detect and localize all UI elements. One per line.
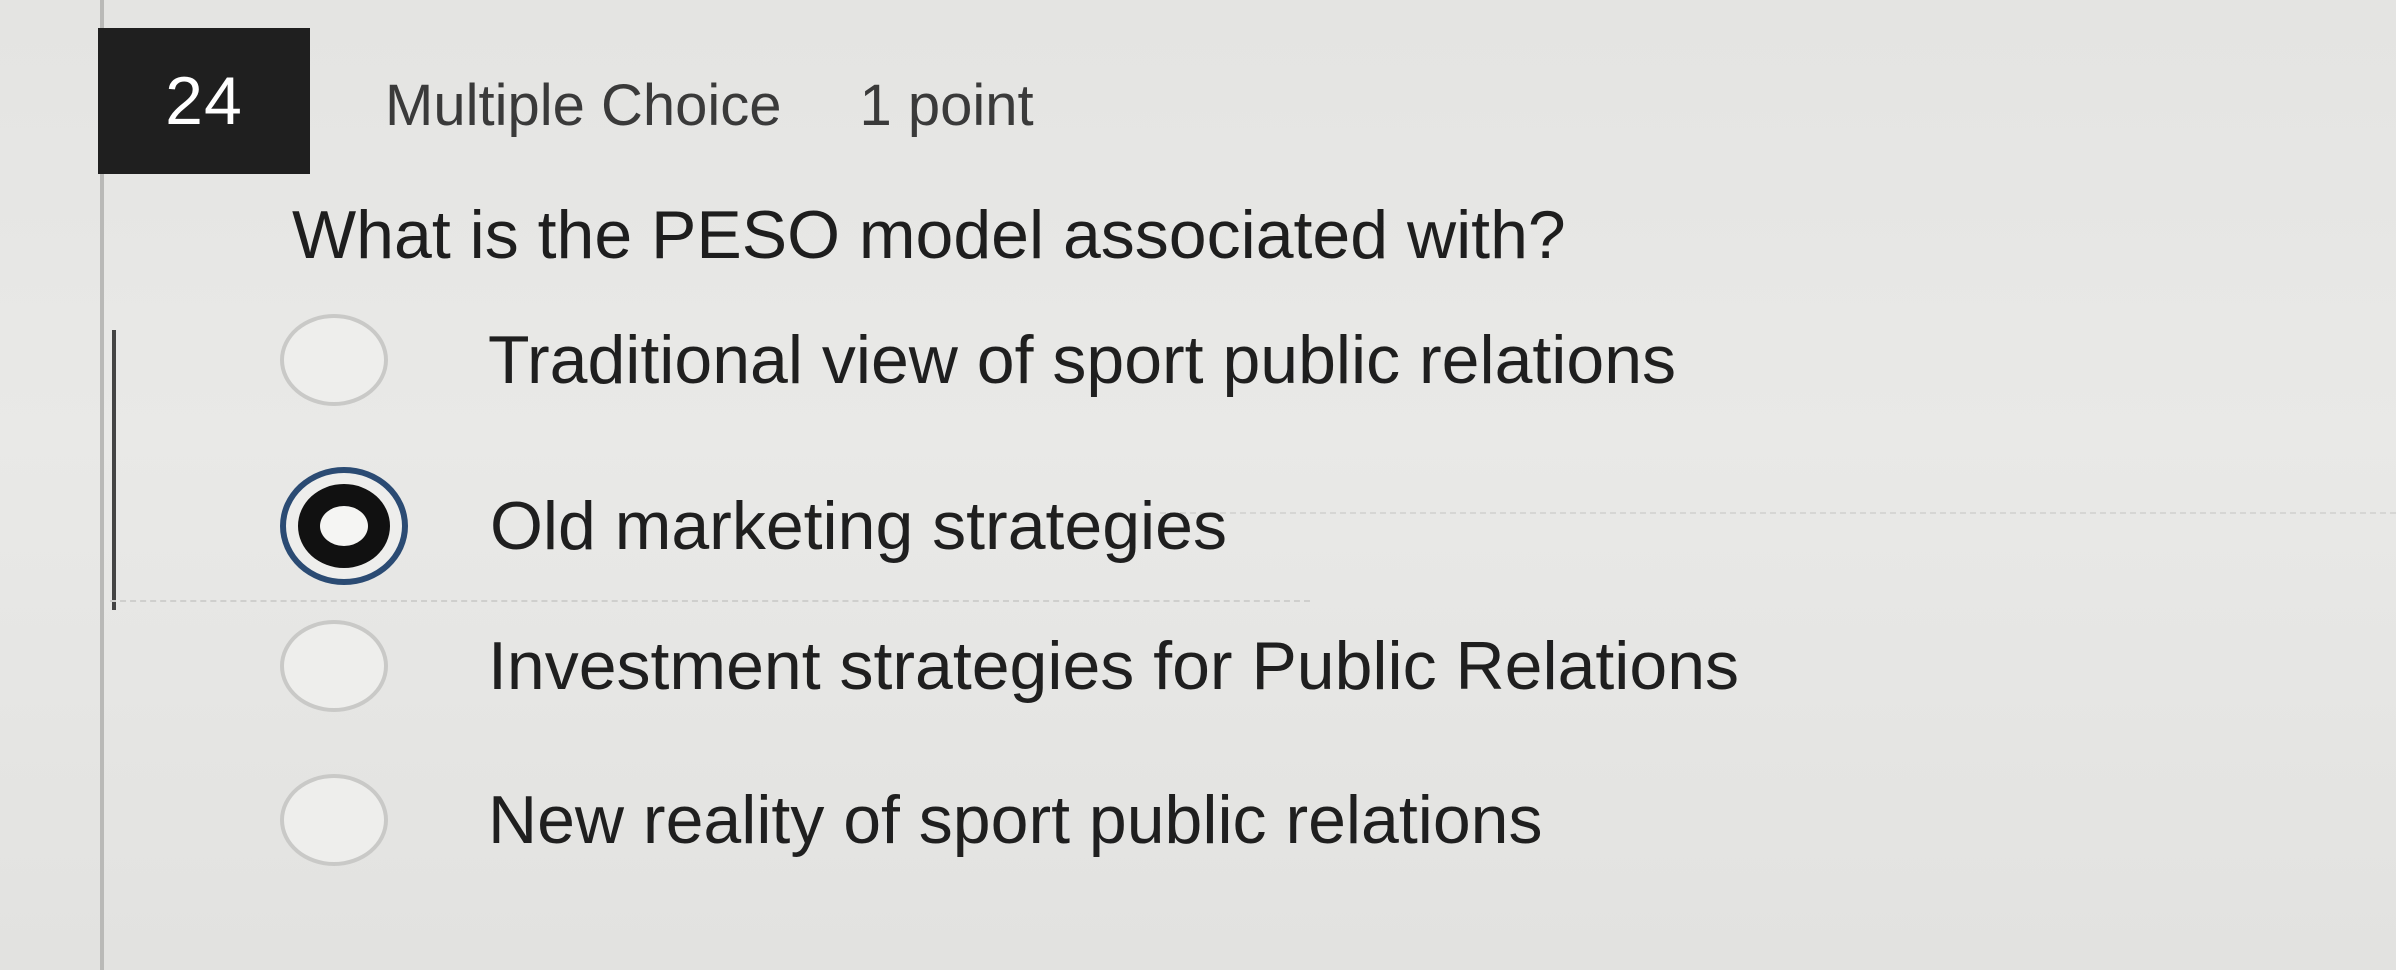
option-label[interactable]: New reality of sport public relations [488, 781, 1542, 859]
answer-option[interactable]: New reality of sport public relations [280, 760, 1542, 880]
question-points: 1 point [859, 73, 1034, 138]
question-number: 24 [98, 28, 310, 174]
radio-button[interactable] [280, 620, 388, 712]
radio-button[interactable] [280, 314, 388, 406]
option-label[interactable]: Old marketing strategies [490, 487, 1227, 565]
left-border-accent [112, 330, 116, 610]
answer-option[interactable]: Investment strategies for Public Relatio… [280, 606, 1739, 726]
question-text: What is the PESO model associated with? [292, 197, 1566, 273]
radio-button-checked[interactable] [280, 467, 408, 585]
radio-button[interactable] [280, 774, 388, 866]
divider-line [1160, 512, 2396, 514]
question-meta: Multiple Choice 1 point [385, 72, 1034, 139]
option-label[interactable]: Traditional view of sport public relatio… [488, 321, 1676, 399]
answer-option[interactable]: Traditional view of sport public relatio… [280, 300, 1676, 420]
option-label[interactable]: Investment strategies for Public Relatio… [488, 627, 1739, 705]
answer-option-selected[interactable]: Old marketing strategies [280, 466, 1227, 586]
quiz-page: 24 Multiple Choice 1 point What is the P… [0, 0, 2396, 970]
divider-line [110, 600, 1310, 602]
radio-dot-icon [298, 484, 390, 568]
question-type: Multiple Choice [385, 73, 782, 138]
